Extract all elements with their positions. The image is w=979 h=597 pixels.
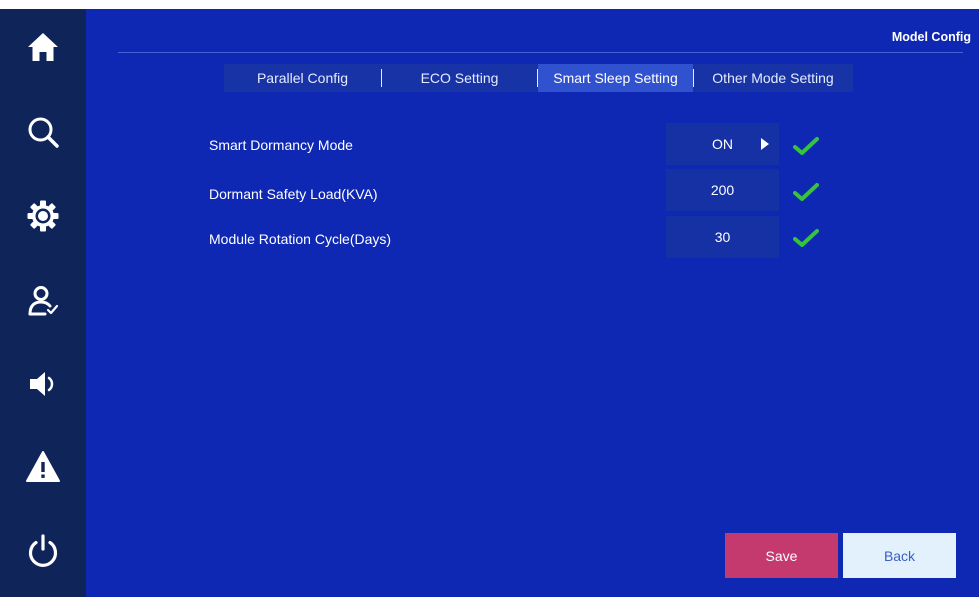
power-icon bbox=[28, 534, 58, 567]
smart-dormancy-mode-select[interactable]: ON bbox=[666, 123, 779, 165]
tab-bar: Parallel Config ECO Setting Smart Sleep … bbox=[224, 64, 853, 92]
smart-dormancy-mode-value: ON bbox=[712, 136, 733, 152]
page-title: Model Config bbox=[891, 30, 971, 44]
speaker-icon bbox=[30, 372, 54, 396]
nav-alarm[interactable] bbox=[0, 437, 86, 497]
dormant-safety-load-label: Dormant Safety Load(KVA) bbox=[209, 186, 378, 202]
dormant-safety-load-input[interactable]: 200 bbox=[666, 169, 779, 211]
nav-settings[interactable] bbox=[0, 186, 86, 246]
save-button[interactable]: Save bbox=[725, 533, 838, 578]
nav-power[interactable] bbox=[0, 521, 86, 581]
user-icon bbox=[28, 286, 59, 316]
module-rotation-cycle-label: Module Rotation Cycle(Days) bbox=[209, 231, 392, 247]
search-icon bbox=[28, 117, 59, 148]
tab-eco-setting[interactable]: ECO Setting bbox=[382, 64, 537, 92]
gear-icon bbox=[27, 200, 59, 232]
tab-other-mode-setting[interactable]: Other Mode Setting bbox=[694, 64, 852, 92]
back-button[interactable]: Back bbox=[843, 533, 956, 578]
play-arrow-icon bbox=[761, 138, 769, 150]
title-divider bbox=[118, 52, 963, 53]
check-icon bbox=[793, 229, 819, 247]
module-rotation-cycle-input[interactable]: 30 bbox=[666, 216, 779, 258]
check-icon bbox=[793, 183, 819, 201]
nav-user[interactable] bbox=[0, 271, 86, 331]
tab-parallel-config[interactable]: Parallel Config bbox=[224, 64, 381, 92]
nav-home[interactable] bbox=[0, 17, 86, 77]
smart-dormancy-mode-label: Smart Dormancy Mode bbox=[209, 137, 353, 153]
warning-icon bbox=[26, 451, 60, 482]
main-panel: Model Config Parallel Config ECO Setting… bbox=[86, 9, 979, 597]
nav-search[interactable] bbox=[0, 102, 86, 162]
home-icon bbox=[28, 33, 58, 61]
check-icon bbox=[793, 137, 819, 155]
sidebar bbox=[0, 9, 86, 597]
tab-smart-sleep-setting[interactable]: Smart Sleep Setting bbox=[538, 64, 693, 92]
nav-sound[interactable] bbox=[0, 354, 86, 414]
